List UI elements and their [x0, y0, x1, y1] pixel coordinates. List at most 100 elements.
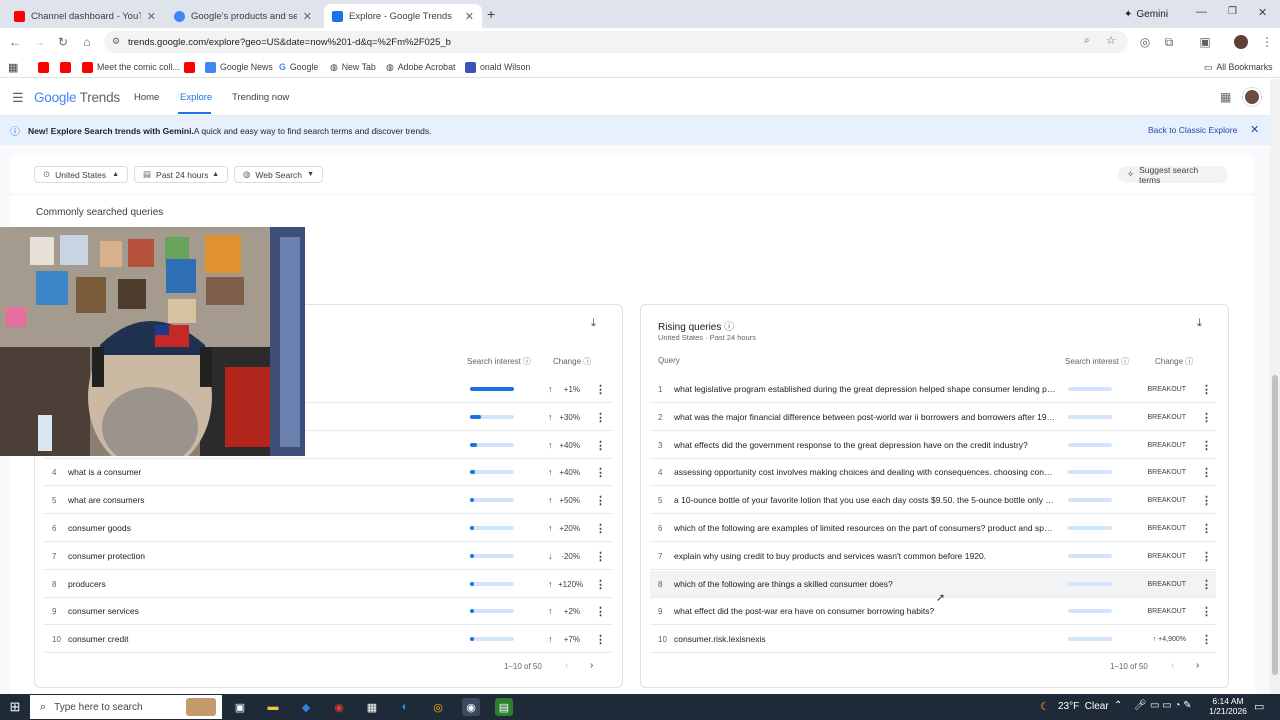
acrobat-icon[interactable]: ◉ [330, 698, 348, 716]
query-text[interactable]: what effects did the government response… [674, 440, 1056, 450]
query-text[interactable]: assessing opportunity cost involves maki… [674, 467, 1056, 477]
more-options-icon[interactable]: ⋮ [1201, 383, 1212, 396]
menu-icon[interactable]: ⋮ [1258, 33, 1276, 51]
close-window-button[interactable]: ✕ [1258, 6, 1267, 19]
query-text[interactable]: a 10-ounce bottle of your favorite lotio… [674, 495, 1056, 505]
weather-text[interactable]: 23°F Clear [1058, 701, 1109, 712]
bookmark-youtube[interactable] [60, 60, 75, 74]
more-options-icon[interactable]: ⋮ [595, 522, 606, 535]
all-bookmarks[interactable]: ▭ All Bookmarks [1204, 60, 1273, 74]
edge-icon[interactable]: ◐ [396, 698, 414, 716]
tab-google-products[interactable]: Google's products and services ✕ [166, 4, 320, 28]
bookmark-new-tab[interactable]: ◍ New Tab [330, 60, 376, 74]
table-row[interactable]: 6 which of the following are examples of … [650, 515, 1216, 542]
close-icon[interactable]: ✕ [303, 10, 312, 23]
bookmark-wilson[interactable]: onald Wilson [465, 60, 530, 74]
site-info-icon[interactable]: ⚙ [112, 36, 120, 47]
info-icon[interactable]: ⓘ [583, 357, 591, 366]
query-text[interactable]: consumer.risk.lexisnexis [674, 634, 1056, 644]
gemini-button[interactable]: ✦ Gemini [1124, 6, 1168, 22]
more-options-icon[interactable]: ⋮ [1201, 439, 1212, 452]
app-icon[interactable]: ▤ [495, 698, 513, 716]
apps-grid-icon[interactable]: ▦ [1220, 90, 1231, 104]
microphone-icon[interactable]: 🎤︎ [1134, 700, 1147, 711]
table-row[interactable]: 2 what was the major financial difference… [650, 404, 1216, 431]
calculator-icon[interactable]: ▦ [363, 698, 381, 716]
tray-chevron-icon[interactable]: ⌃ [1114, 700, 1122, 711]
query-text[interactable]: what was the major financial difference … [674, 412, 1056, 422]
more-options-icon[interactable]: ⋮ [595, 633, 606, 646]
table-row[interactable]: 9 consumer services ↑ +2% ⋮ [44, 598, 612, 625]
windows-start-icon[interactable]: ⊞ [6, 698, 24, 716]
close-icon[interactable]: ✕ [147, 10, 156, 23]
table-row[interactable]: 9 what effect did the post-war era have o… [650, 598, 1216, 625]
home-icon[interactable]: ⌂ [78, 33, 96, 51]
nav-explore[interactable]: Explore [180, 92, 212, 103]
nav-trending-now[interactable]: Trending now [232, 92, 289, 103]
region-filter[interactable]: ⊙ United States ▲ [34, 166, 128, 183]
notifications-icon[interactable]: ▭ [1254, 700, 1264, 713]
search-type-filter[interactable]: ◍ Web Search ▼ [234, 166, 323, 183]
more-options-icon[interactable]: ⋮ [595, 411, 606, 424]
google-trends-logo[interactable]: Google Trends [34, 90, 120, 105]
next-page-icon[interactable]: › [590, 660, 593, 671]
new-tab-button[interactable]: + [487, 6, 495, 22]
more-options-icon[interactable]: ⋮ [1201, 550, 1212, 563]
chrome-icon[interactable]: ◉ [462, 698, 480, 716]
bookmark-youtube[interactable] [38, 60, 53, 74]
more-options-icon[interactable]: ⋮ [595, 383, 606, 396]
more-options-icon[interactable]: ⋮ [1201, 605, 1212, 618]
tab-youtube[interactable]: Channel dashboard - YouTube ✕ [6, 4, 164, 28]
taskbar-search-box[interactable]: ⌕ Type here to search [30, 695, 222, 719]
zoom-icon[interactable]: ⌕ [1084, 35, 1090, 46]
query-text[interactable]: consumer goods [68, 523, 428, 533]
hamburger-menu-icon[interactable]: ☰ [12, 90, 24, 106]
bookmark-google-news[interactable]: Google News [205, 60, 273, 74]
scrollbar-thumb[interactable] [1272, 375, 1278, 675]
time-filter[interactable]: ▤ Past 24 hours ▲ [134, 166, 228, 183]
address-bar[interactable]: ⚙ trends.google.com/explore?geo=US&date=… [104, 31, 1128, 53]
query-text[interactable]: which of the following are things a skil… [674, 579, 1056, 589]
account-avatar[interactable] [1243, 88, 1261, 106]
extension-icon[interactable]: ◎ [1136, 33, 1154, 51]
restore-button[interactable]: ❐ [1228, 6, 1237, 17]
table-row[interactable]: 6 consumer goods ↑ +20% ⋮ [44, 515, 612, 542]
table-row[interactable]: 4 what is a consumer ↑ +40% ⋮ [44, 459, 612, 486]
query-text[interactable]: consumer credit [68, 634, 428, 644]
minimize-button[interactable]: — [1196, 6, 1207, 18]
more-options-icon[interactable]: ⋮ [1201, 522, 1212, 535]
download-icon[interactable]: ⤓ [1197, 317, 1202, 330]
prev-page-icon[interactable]: ‹ [1171, 660, 1174, 671]
table-row[interactable]: 5 a 10-ounce bottle of your favorite loti… [650, 487, 1216, 514]
apps-icon[interactable]: ▦ [8, 60, 18, 74]
table-row[interactable]: 10 consumer.risk.lexisnexis ↑ +4,900% ⋮ [650, 626, 1216, 653]
table-row[interactable]: 1 what legislative program established du… [650, 376, 1216, 403]
puzzle-icon[interactable]: ⧉ [1160, 33, 1178, 51]
tray-icons[interactable]: ▭ ▭ ◔ ✎ [1150, 700, 1192, 711]
more-options-icon[interactable]: ⋮ [595, 578, 606, 591]
star-icon[interactable]: ☆ [1106, 34, 1116, 47]
next-page-icon[interactable]: › [1196, 660, 1199, 671]
table-row[interactable]: 7 consumer protection ↓ -20% ⋮ [44, 543, 612, 570]
page-scrollbar[interactable] [1270, 79, 1280, 694]
close-icon[interactable]: ✕ [465, 10, 474, 23]
task-view-icon[interactable]: ▣ [231, 698, 249, 716]
more-options-icon[interactable]: ⋮ [1201, 578, 1212, 591]
download-icon[interactable]: ⤓ [591, 317, 596, 330]
prev-page-icon[interactable]: ‹ [565, 660, 568, 671]
reload-icon[interactable]: ↻ [54, 33, 72, 51]
query-text[interactable]: what is a consumer [68, 467, 428, 477]
bookmark-acrobat[interactable]: ◍ Adobe Acrobat [386, 60, 455, 74]
back-to-classic-link[interactable]: Back to Classic Explore [1148, 125, 1237, 135]
info-icon[interactable]: ⓘ [523, 357, 531, 366]
more-options-icon[interactable]: ⋮ [1201, 466, 1212, 479]
query-text[interactable]: consumer services [68, 606, 428, 616]
profile-avatar[interactable] [1232, 33, 1250, 51]
table-row[interactable]: 4 assessing opportunity cost involves mak… [650, 459, 1216, 486]
query-text[interactable]: consumer protection [68, 551, 428, 561]
nav-home[interactable]: Home [134, 92, 159, 103]
more-options-icon[interactable]: ⋮ [595, 605, 606, 618]
close-icon[interactable]: ✕ [1250, 123, 1259, 136]
forward-icon[interactable]: → [30, 33, 48, 51]
table-row[interactable]: 8 which of the following are things a ski… [650, 571, 1216, 598]
